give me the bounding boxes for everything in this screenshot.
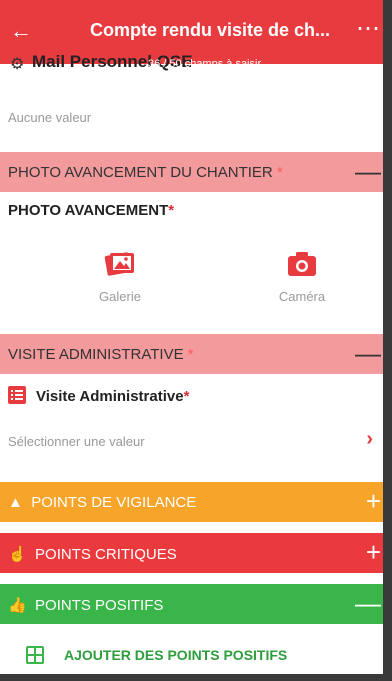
collapse-toggle[interactable]: — <box>355 588 381 618</box>
section-points-critiques[interactable]: ☝ POINTS CRITIQUES + <box>0 533 383 573</box>
section-title: PHOTO AVANCEMENT DU CHANTIER * <box>8 164 283 181</box>
camera-label: Caméra <box>278 289 326 304</box>
section-points-positifs[interactable]: 👍 POINTS POSITIFS — <box>0 584 383 624</box>
photo-field-label: PHOTO AVANCEMENT* <box>8 202 174 219</box>
previous-field-value: Aucune valeur <box>8 110 92 125</box>
warning-icon: ▲ <box>8 494 23 511</box>
critical-title: POINTS CRITIQUES <box>35 546 177 563</box>
section-title: VISITE ADMINISTRATIVE * <box>8 346 194 363</box>
required-star: * <box>183 388 190 405</box>
required-star: * <box>276 164 283 181</box>
list-icon <box>8 386 26 409</box>
expand-toggle[interactable]: + <box>366 537 381 567</box>
gallery-button[interactable]: Galerie <box>80 248 160 304</box>
admin-select[interactable]: Sélectionner une valeur › <box>0 426 383 456</box>
admin-field-text: Visite Administrative <box>36 388 184 405</box>
chevron-right-icon: › <box>366 428 373 450</box>
required-star: * <box>168 202 175 219</box>
add-positive-points-button[interactable]: AJOUTER DES POINTS POSITIFS <box>0 636 383 674</box>
collapse-toggle[interactable]: — <box>355 156 381 186</box>
vigilance-title: POINTS DE VIGILANCE <box>31 494 197 511</box>
hand-icon: ☝ <box>8 546 27 563</box>
fields-counter: 36 / 50 champs à saisir <box>148 58 262 70</box>
positive-title: POINTS POSITIFS <box>35 597 164 614</box>
collapse-toggle[interactable]: — <box>355 338 381 368</box>
back-arrow-icon[interactable]: ← <box>10 18 36 44</box>
expand-toggle[interactable]: + <box>366 486 381 516</box>
admin-field-label: Visite Administrative* <box>36 388 189 405</box>
page-title: Compte rendu visite de ch... <box>90 20 331 40</box>
gallery-label: Galerie <box>99 289 141 304</box>
camera-button[interactable]: Caméra <box>262 248 342 304</box>
gallery-icon <box>104 252 134 276</box>
photo-field-text: PHOTO AVANCEMENT <box>8 202 169 219</box>
thumbs-up-icon: 👍 <box>8 597 27 614</box>
grid-plus-icon <box>26 646 44 669</box>
section-points-vigilance[interactable]: ▲ POINTS DE VIGILANCE + <box>0 482 383 522</box>
add-positive-label: AJOUTER DES POINTS POSITIFS <box>64 647 288 663</box>
section-photo-title: PHOTO AVANCEMENT DU CHANTIER <box>8 164 273 181</box>
section-title: 👍 POINTS POSITIFS <box>8 596 163 614</box>
mail-icon: ⚙ <box>10 56 25 73</box>
required-star: * <box>187 346 194 363</box>
section-visite-administrative[interactable]: VISITE ADMINISTRATIVE * — <box>0 334 383 374</box>
camera-icon <box>288 252 316 276</box>
section-title: ☝ POINTS CRITIQUES <box>8 545 177 563</box>
section-title: ▲ POINTS DE VIGILANCE <box>8 494 196 511</box>
select-placeholder: Sélectionner une valeur <box>8 434 145 449</box>
section-photo-avancement[interactable]: PHOTO AVANCEMENT DU CHANTIER * — <box>0 152 383 192</box>
screen: ← Compte rendu visite de ch... ⋯ ⚙ Mail … <box>0 0 383 674</box>
more-dots-icon[interactable]: ⋯ <box>356 14 381 43</box>
section-admin-title: VISITE ADMINISTRATIVE <box>8 346 184 363</box>
